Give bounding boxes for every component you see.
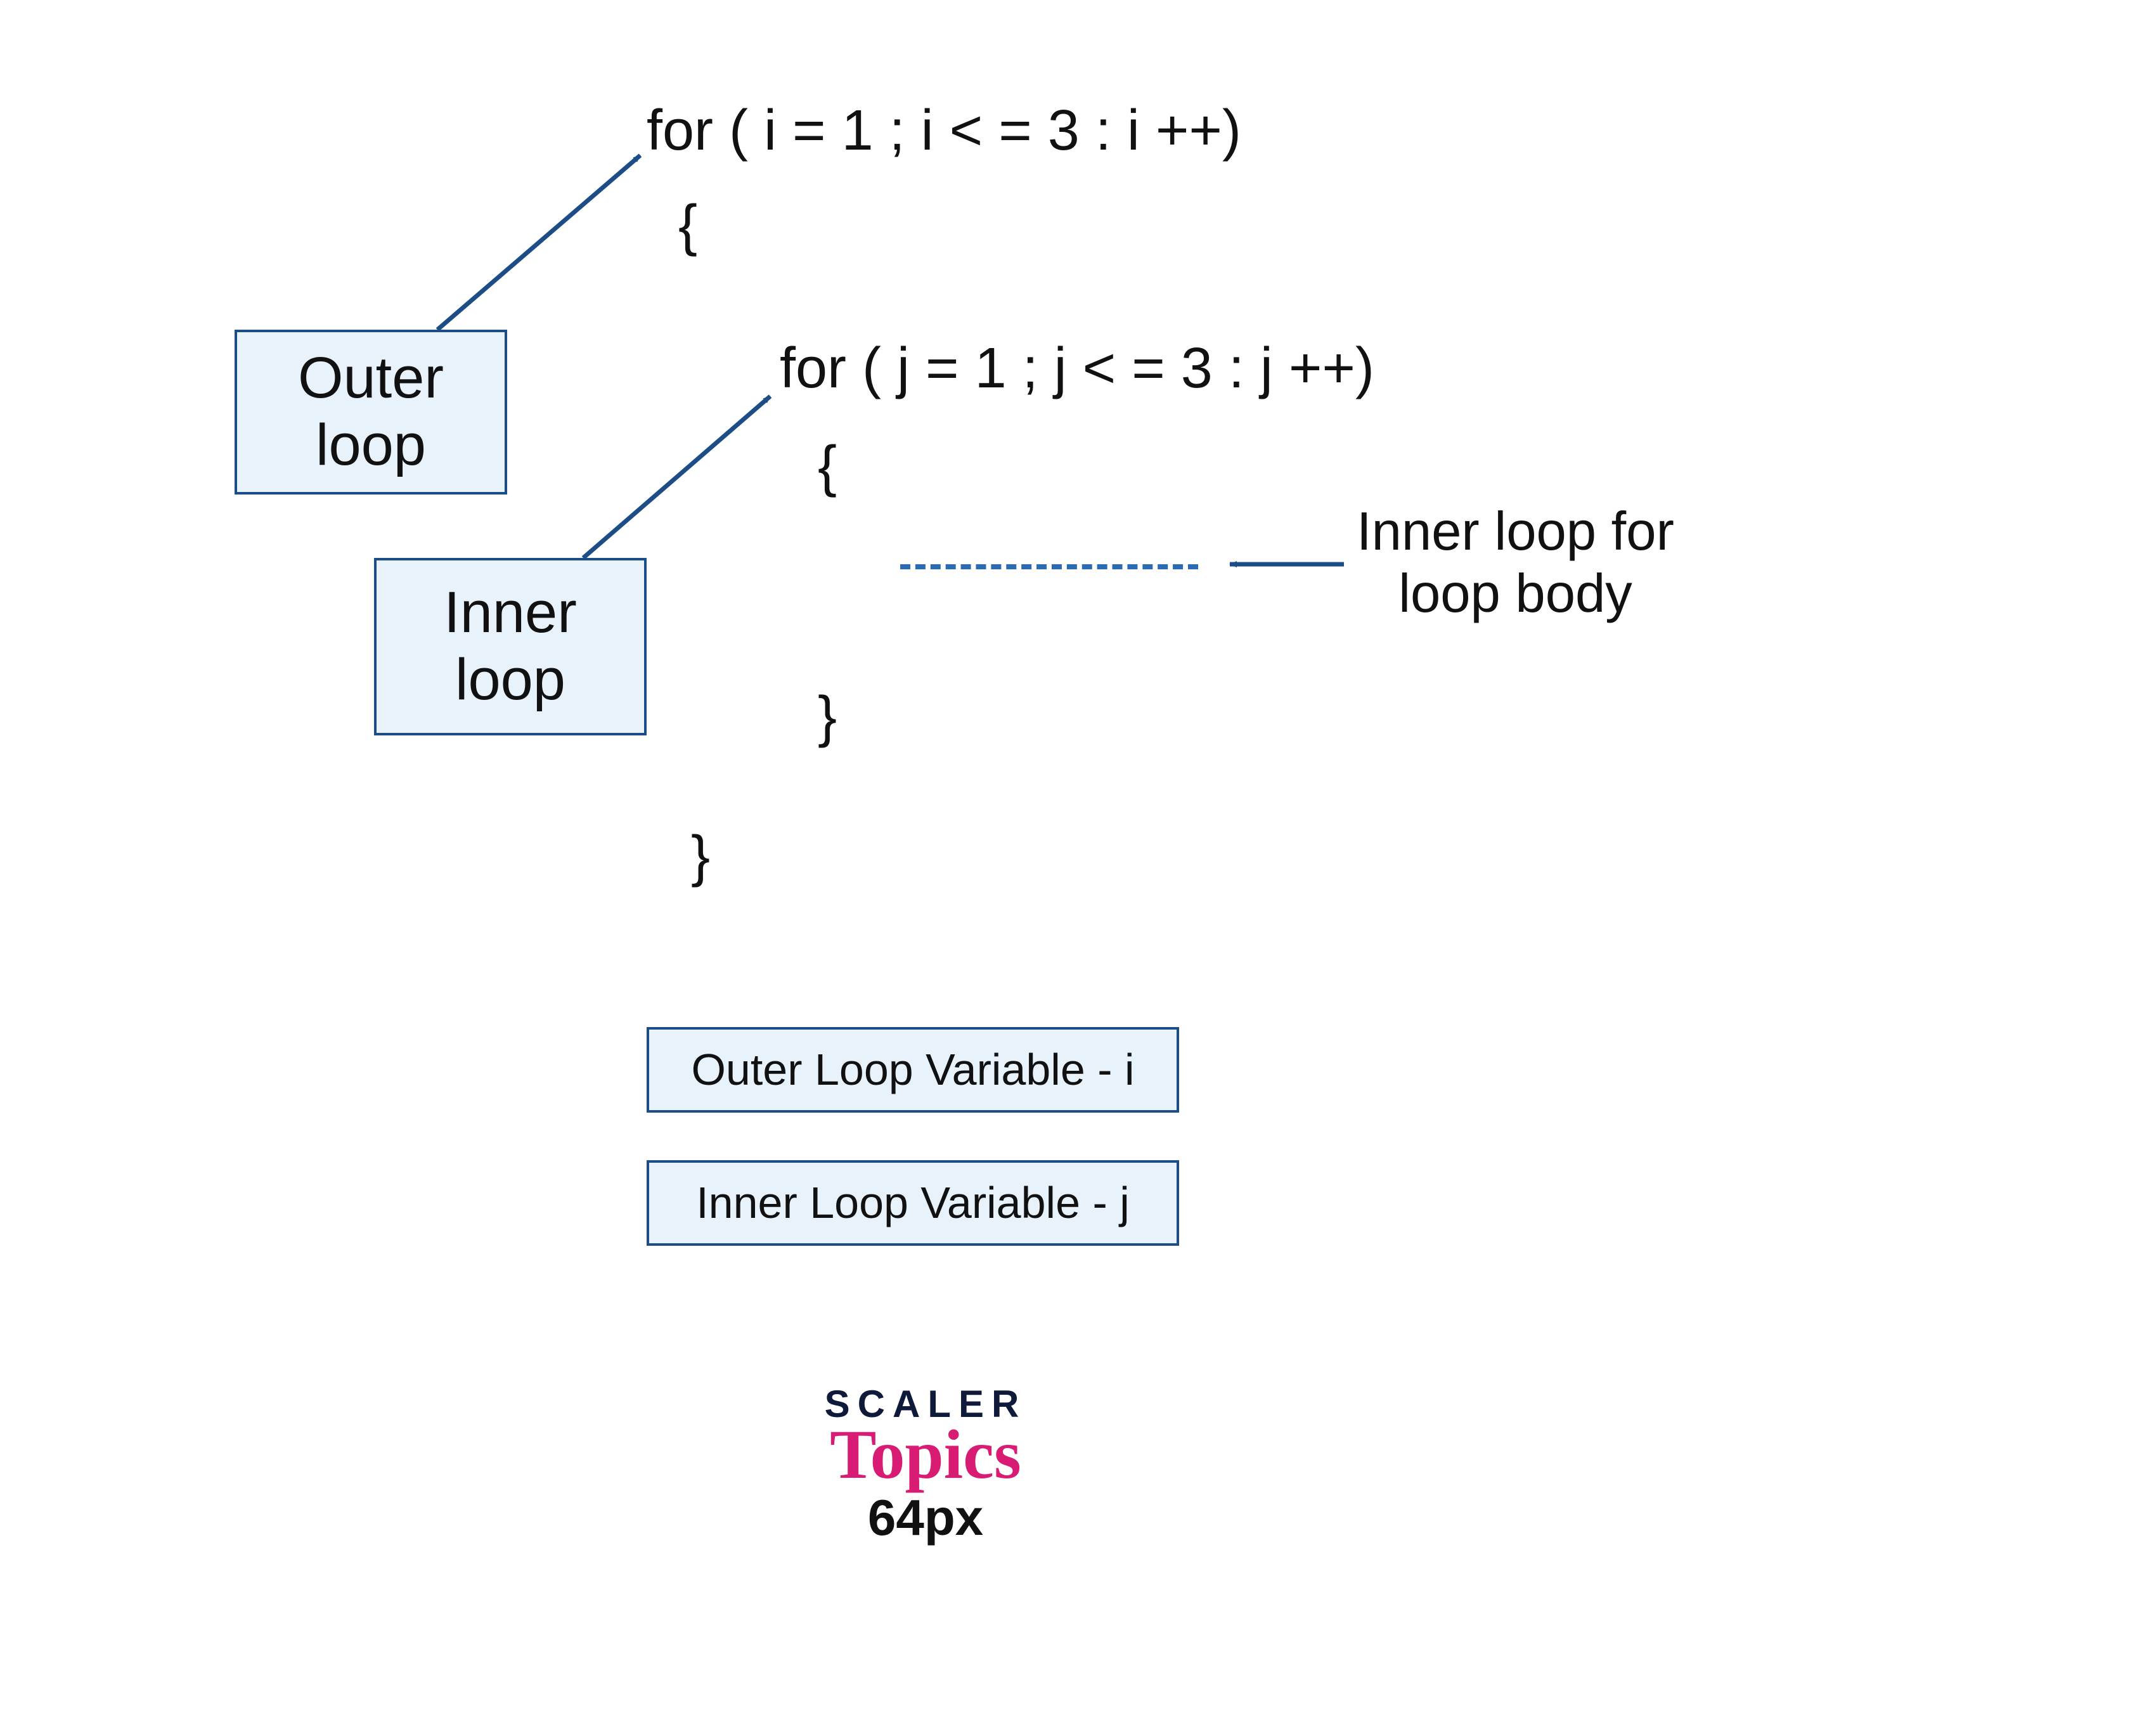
- outer-variable-label: Outer Loop Variable - i: [691, 1044, 1134, 1096]
- inner-body-annotation-line1: Inner loop for: [1357, 501, 1674, 563]
- code-outer-for: for ( i = 1 ; i < = 3 : i ++): [647, 98, 1241, 164]
- code-outer-open-brace: {: [678, 193, 697, 259]
- arrow-outer-loop: [437, 155, 640, 330]
- code-inner-close-brace: }: [818, 685, 837, 750]
- brand-logo-mid: Topics: [792, 1414, 1059, 1495]
- code-outer-close-brace: }: [691, 824, 710, 889]
- brand-logo-bot: 64px: [792, 1489, 1059, 1547]
- inner-loop-label-box: Inner loop: [374, 558, 647, 735]
- code-inner-for: for ( j = 1 ; j < = 3 : j ++): [780, 336, 1374, 401]
- outer-loop-label-line1: Outer: [298, 345, 444, 412]
- inner-variable-label: Inner Loop Variable - j: [696, 1177, 1130, 1229]
- brand-logo: SCALER Topics 64px: [792, 1382, 1059, 1547]
- inner-body-dashed-line: [900, 564, 1198, 569]
- inner-body-annotation: Inner loop for loop body: [1357, 501, 1674, 625]
- inner-variable-box: Inner Loop Variable - j: [647, 1160, 1179, 1246]
- diagram-stage: for ( i = 1 ; i < = 3 : i ++) { for ( j …: [0, 0, 2156, 1720]
- code-inner-open-brace: {: [818, 434, 837, 500]
- arrows-layer: [0, 0, 2156, 1720]
- outer-loop-label-box: Outer loop: [235, 330, 507, 495]
- inner-loop-label-line1: Inner: [444, 579, 577, 647]
- inner-loop-label-line2: loop: [455, 647, 565, 714]
- outer-variable-box: Outer Loop Variable - i: [647, 1027, 1179, 1113]
- outer-loop-label-line2: loop: [316, 412, 426, 479]
- arrow-inner-loop: [583, 396, 770, 558]
- inner-body-annotation-line2: loop body: [1357, 563, 1674, 625]
